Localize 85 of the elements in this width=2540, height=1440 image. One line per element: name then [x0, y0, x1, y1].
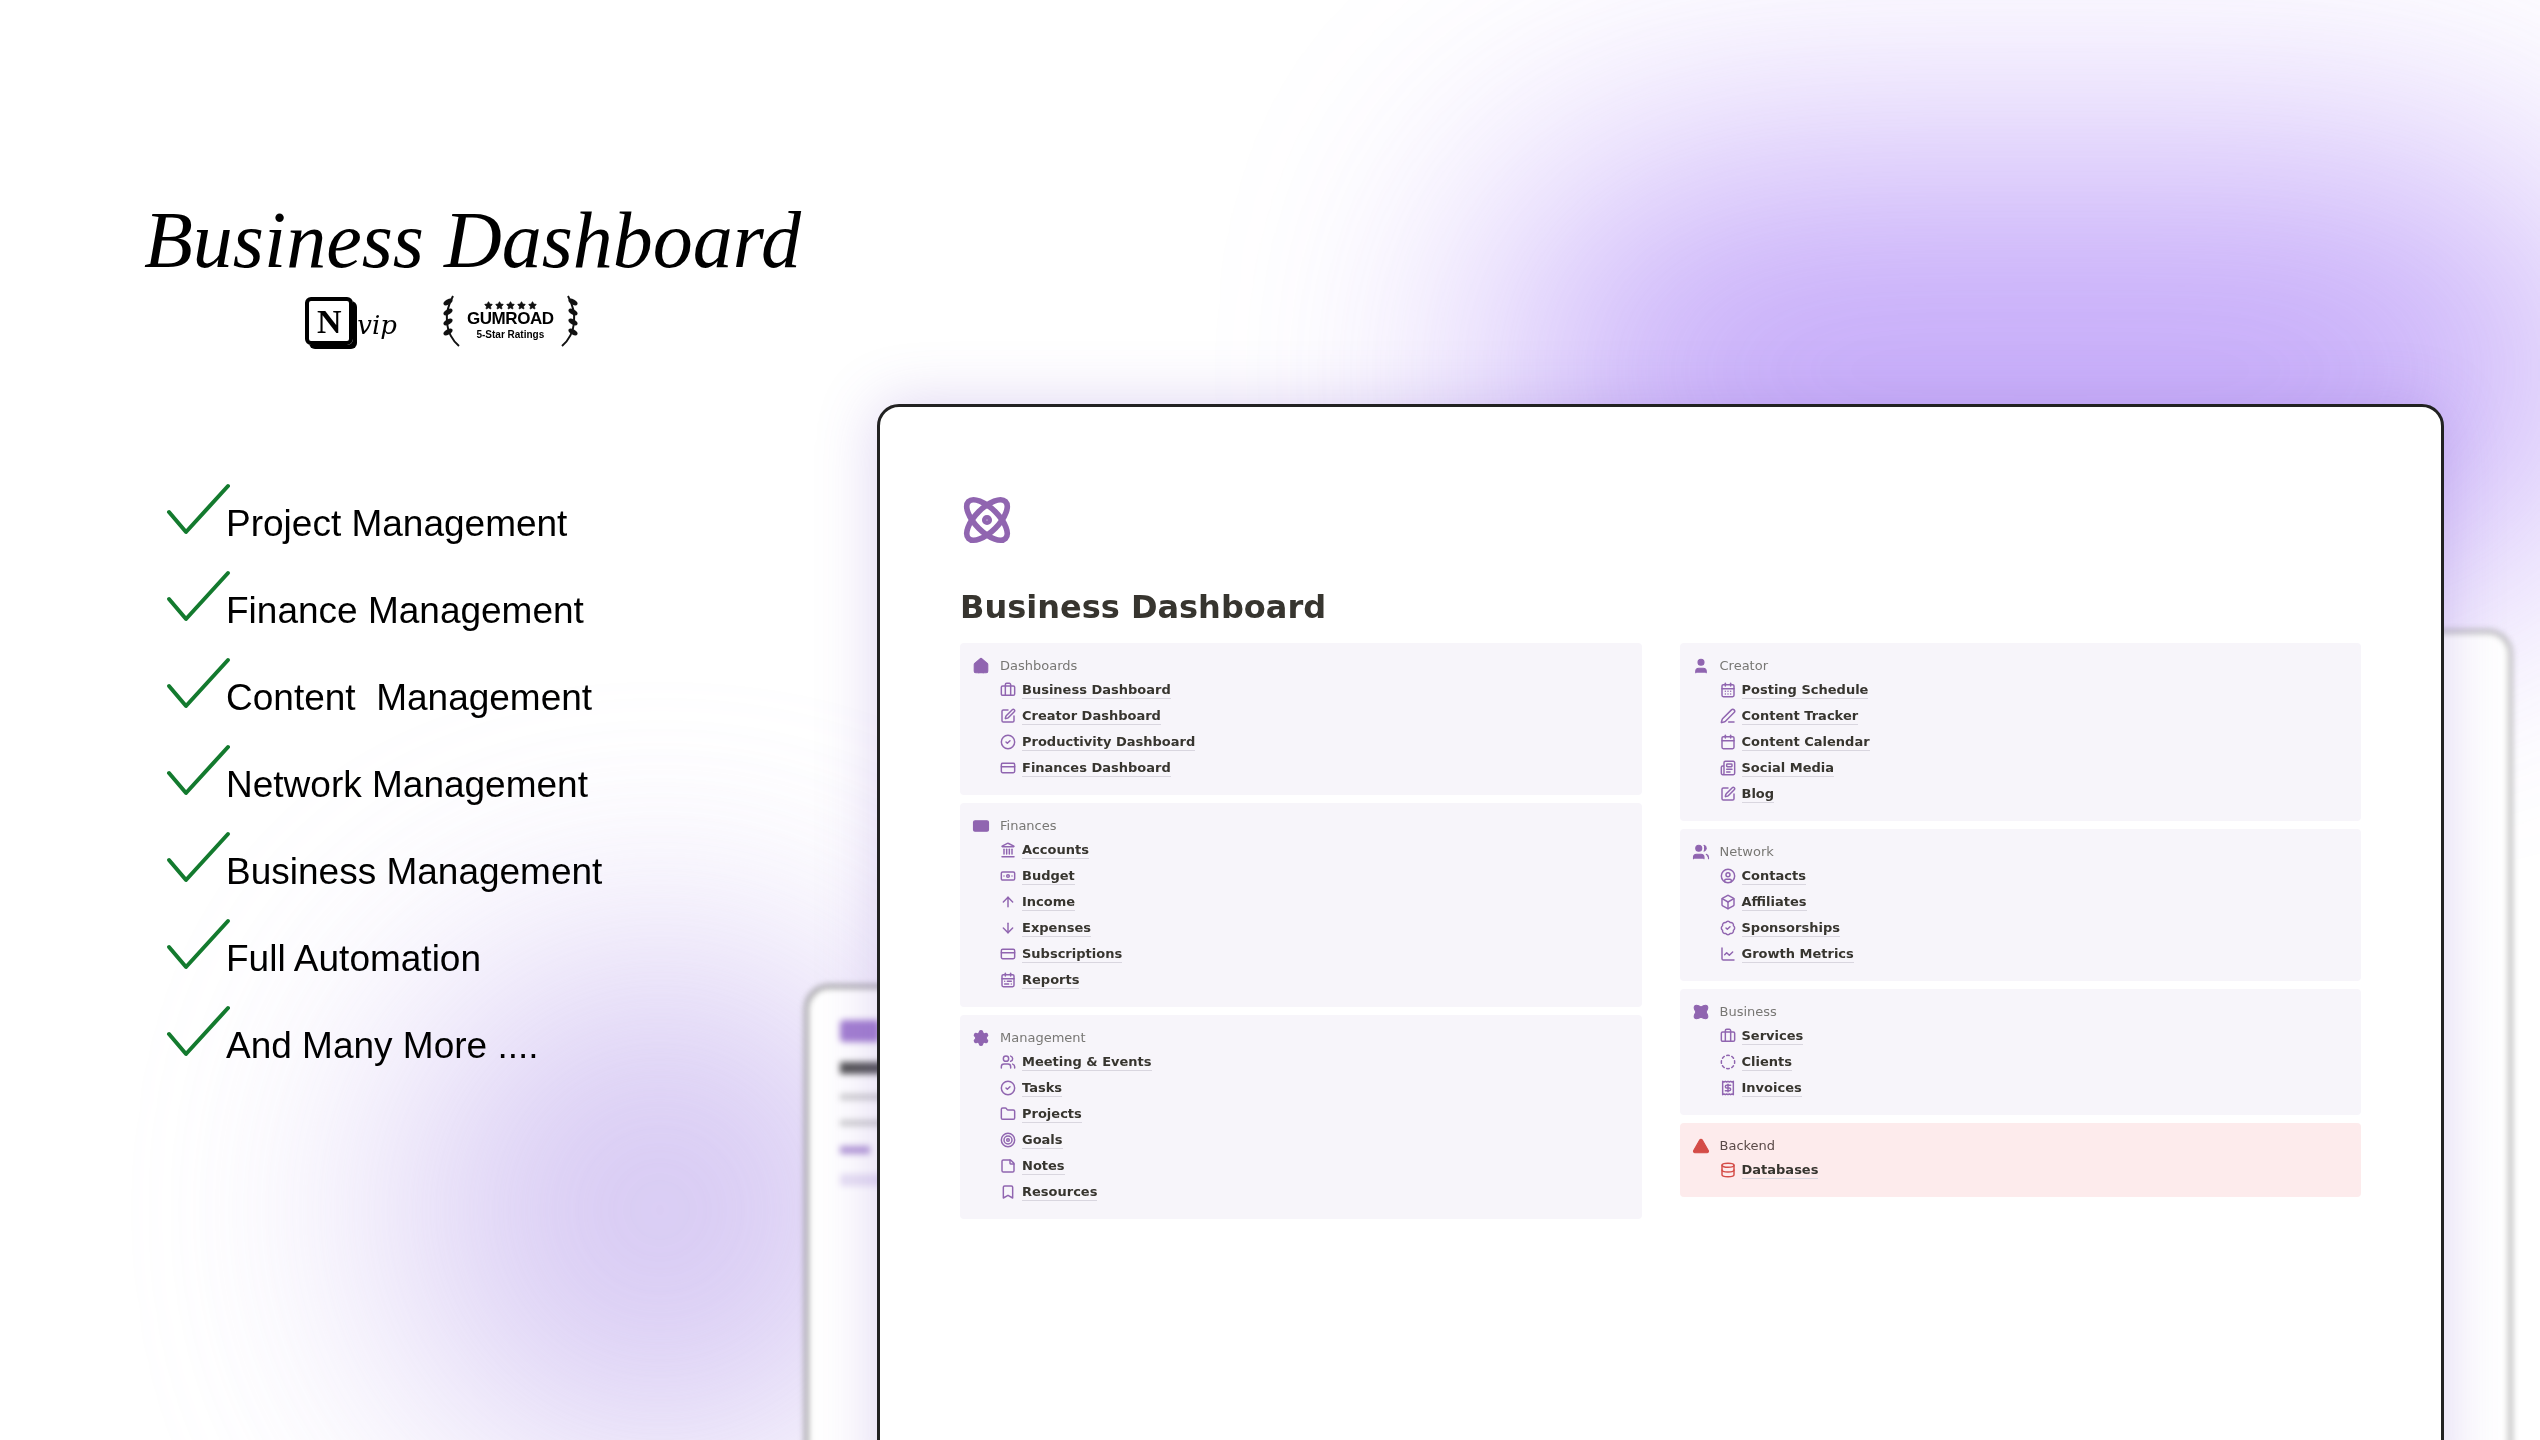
star-icon [483, 300, 493, 310]
edit-icon [1000, 708, 1016, 724]
page-link[interactable]: Finances Dashboard [1022, 759, 1171, 777]
page-link[interactable]: Meeting & Events [1022, 1053, 1152, 1071]
folder-icon [1000, 1106, 1016, 1122]
page-link[interactable]: Tasks [1022, 1079, 1063, 1097]
page-link[interactable]: Blog [1741, 785, 1775, 803]
people-icon [1691, 843, 1710, 861]
database-icon [1719, 1162, 1736, 1178]
card-icon [972, 817, 990, 835]
page-link[interactable]: Clients [1741, 1053, 1792, 1071]
page-link[interactable]: Affiliates [1741, 893, 1807, 911]
feature-label: Project Management [226, 505, 568, 542]
callout-heading: Business [1719, 1003, 1777, 1022]
page-link[interactable]: Goals [1022, 1131, 1063, 1149]
badge-check-icon [1719, 920, 1736, 936]
page-link[interactable]: Social Media [1741, 759, 1834, 777]
star-icon [505, 300, 515, 310]
calendar-icon [1000, 972, 1016, 988]
edit-icon [1719, 786, 1736, 802]
card-icon [1000, 760, 1016, 776]
dashed-circle-icon [1719, 1054, 1736, 1070]
star-icon [527, 300, 537, 310]
page-link[interactable]: Posting Schedule [1741, 681, 1869, 699]
hero-title: Business Dashboard [143, 200, 802, 280]
calendar-icon [1719, 682, 1736, 698]
card-icon [1000, 946, 1016, 962]
callout-heading: Management [1000, 1029, 1086, 1048]
page-link[interactable]: Invoices [1741, 1079, 1802, 1097]
callout-heading: Creator [1719, 657, 1768, 676]
home-icon [972, 657, 990, 675]
feature-label: Full Automation [226, 940, 482, 977]
page-link[interactable]: Budget [1022, 867, 1075, 885]
page-link[interactable]: Contacts [1741, 867, 1806, 885]
target-icon [1000, 1132, 1016, 1148]
page-link[interactable]: Subscriptions [1022, 945, 1123, 963]
feature-label: Business Management [226, 853, 603, 890]
chart-icon [1719, 946, 1736, 962]
warning-icon [1691, 1137, 1710, 1155]
feature-label: And Many More .... [226, 1027, 539, 1064]
page-link[interactable]: Resources [1022, 1183, 1098, 1201]
callout-heading: Dashboards [1000, 657, 1078, 676]
page-link[interactable]: Income [1022, 893, 1076, 911]
logo-text: vip [357, 309, 397, 342]
page-link[interactable]: Services [1741, 1027, 1804, 1045]
rating-caption: 5-Star Ratings [476, 327, 545, 342]
page-link[interactable]: Growth Metrics [1741, 945, 1854, 963]
star-icon [516, 300, 526, 310]
page-link[interactable]: Content Calendar [1741, 733, 1870, 751]
page-link[interactable]: Creator Dashboard [1022, 707, 1161, 725]
page-link[interactable]: Accounts [1022, 841, 1089, 859]
briefcase-icon [1719, 1028, 1736, 1044]
page-link[interactable]: Expenses [1022, 919, 1091, 937]
star-icon [494, 300, 504, 310]
feature-label: Content Management [226, 679, 593, 716]
page-link[interactable]: Databases [1741, 1161, 1819, 1179]
page-link[interactable]: Projects [1022, 1105, 1082, 1123]
brand-text: GUMROAD [466, 309, 554, 327]
check-circle-icon [1000, 1080, 1016, 1096]
page-link[interactable]: Business Dashboard [1022, 681, 1171, 699]
briefcase-icon [1000, 682, 1016, 698]
bookmark-icon [1000, 1184, 1016, 1200]
user-circle-icon [1719, 868, 1736, 884]
calendar-icon [1719, 734, 1736, 750]
pen-icon [1719, 708, 1736, 724]
page-link[interactable]: Reports [1022, 971, 1080, 989]
feature-label: Finance Management [226, 592, 584, 629]
page-link[interactable]: Sponsorships [1741, 919, 1840, 937]
note-icon [1000, 1158, 1016, 1174]
page-title: Business Dashboard [960, 591, 1328, 623]
newspaper-icon [1719, 760, 1736, 776]
box-icon [1719, 894, 1736, 910]
bank-icon [1000, 842, 1016, 858]
receipt-icon [1719, 1080, 1736, 1096]
callout-heading: Network [1719, 843, 1774, 862]
feature-label: Network Management [226, 766, 588, 803]
banknote-icon [1000, 868, 1016, 884]
page-link[interactable]: Content Tracker [1741, 707, 1859, 725]
arrow-down-icon [1000, 920, 1016, 936]
callout-heading: Finances [1000, 817, 1057, 836]
callout-heading: Backend [1719, 1137, 1776, 1156]
people-icon [1000, 1054, 1016, 1070]
check-circle-icon [1000, 734, 1016, 750]
page-link[interactable]: Notes [1022, 1157, 1065, 1175]
page-link[interactable]: Productivity Dashboard [1022, 733, 1196, 751]
